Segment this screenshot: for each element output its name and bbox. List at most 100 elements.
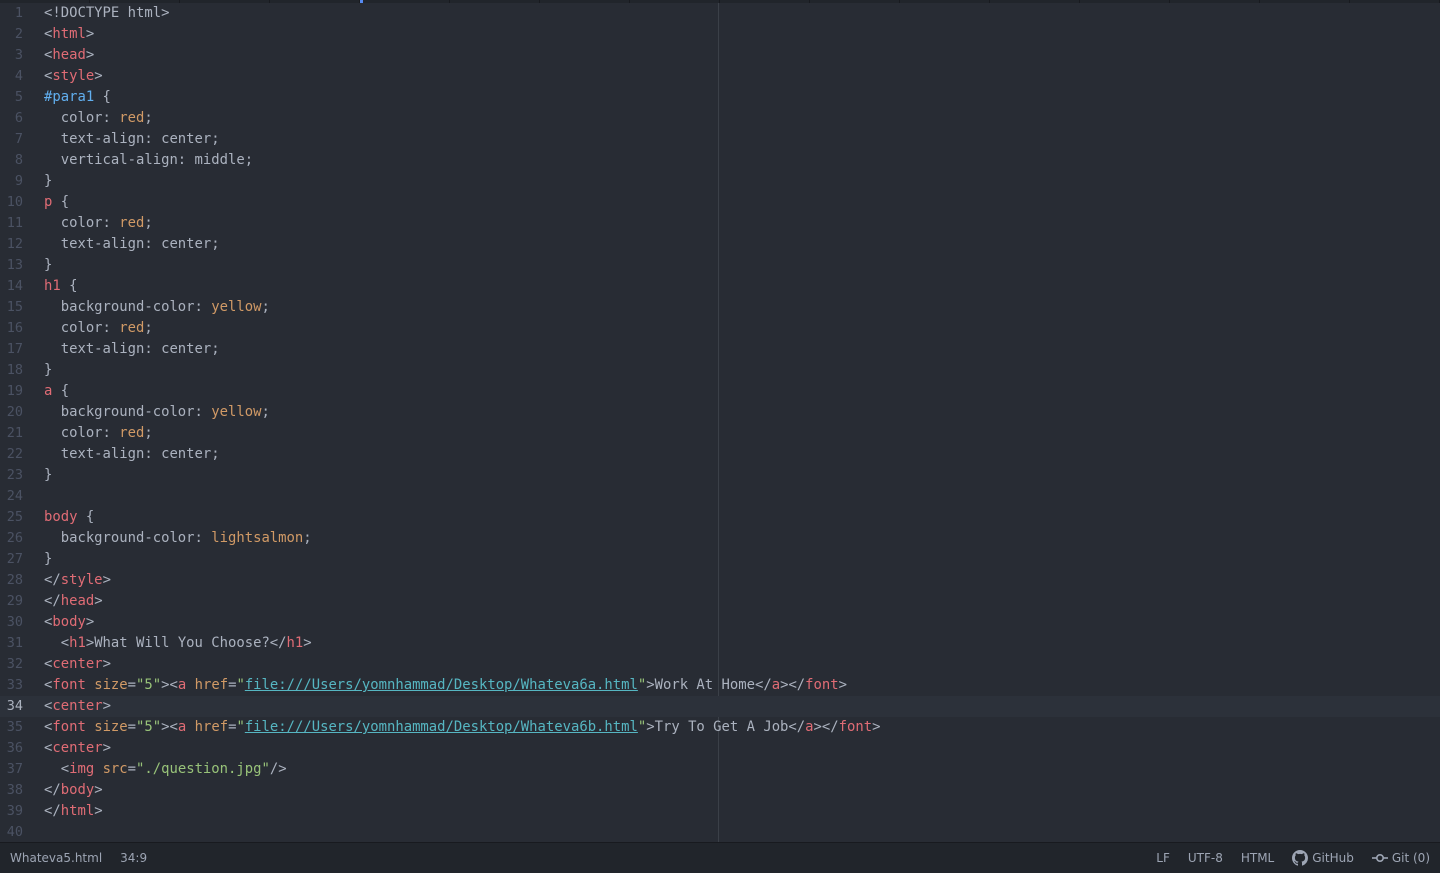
code-text[interactable]: }	[44, 549, 52, 570]
github-button[interactable]: GitHub	[1292, 850, 1354, 866]
code-line[interactable]: 32 <center>	[0, 654, 1440, 675]
code-text[interactable]: text-align: center;	[44, 234, 220, 255]
line-number[interactable]: 30	[0, 612, 23, 633]
file-name[interactable]: Whateva5.html	[10, 851, 102, 865]
code-line[interactable]: 18}	[0, 360, 1440, 381]
line-number[interactable]: 40	[0, 822, 23, 842]
code-text[interactable]: <center>	[44, 696, 111, 717]
git-button[interactable]: Git (0)	[1371, 851, 1430, 865]
code-text[interactable]: <font size="5"><a href="file:///Users/yo…	[44, 717, 880, 738]
line-number[interactable]: 15	[0, 297, 23, 318]
line-number[interactable]: 39	[0, 801, 23, 822]
line-number[interactable]: 34	[0, 696, 23, 717]
line-number[interactable]: 18	[0, 360, 23, 381]
code-text[interactable]: </style>	[44, 570, 111, 591]
code-line[interactable]: 2 <html>	[0, 24, 1440, 45]
line-number[interactable]: 32	[0, 654, 23, 675]
code-text[interactable]: </body>	[44, 780, 103, 801]
code-text[interactable]: body {	[44, 507, 94, 528]
code-text[interactable]: color: red;	[44, 108, 153, 129]
code-text[interactable]: <!DOCTYPE html>	[44, 3, 169, 24]
code-line[interactable]: 26 background-color: lightsalmon;	[0, 528, 1440, 549]
code-line[interactable]: 1 <!DOCTYPE html>	[0, 3, 1440, 24]
cursor-position[interactable]: 34:9	[120, 851, 147, 865]
code-text[interactable]: color: red;	[44, 423, 153, 444]
code-line[interactable]: 10 p {	[0, 192, 1440, 213]
code-line[interactable]: 40	[0, 822, 1440, 842]
code-line[interactable]: 33 <font size="5"><a href="file:///Users/…	[0, 675, 1440, 696]
code-line[interactable]: 29 </head>	[0, 591, 1440, 612]
line-number[interactable]: 33	[0, 675, 23, 696]
code-line[interactable]: 28 </style>	[0, 570, 1440, 591]
url-link[interactable]: file:///Users/yomnhammad/Desktop/Whateva…	[245, 677, 638, 693]
code-line[interactable]: 4 <style>	[0, 66, 1440, 87]
line-number[interactable]: 8	[0, 150, 23, 171]
code-text[interactable]: color: red;	[44, 318, 153, 339]
line-number[interactable]: 14	[0, 276, 23, 297]
code-text[interactable]: background-color: yellow;	[44, 297, 270, 318]
code-text[interactable]: }	[44, 171, 52, 192]
url-link[interactable]: file:///Users/yomnhammad/Desktop/Whateva…	[245, 719, 638, 735]
line-number[interactable]: 17	[0, 339, 23, 360]
code-editor[interactable]: 1 <!DOCTYPE html> 2 <html> 3 <head> 4 <style> 5 #…	[0, 3, 1440, 842]
code-line[interactable]: 24	[0, 486, 1440, 507]
line-number[interactable]: 12	[0, 234, 23, 255]
code-text[interactable]: background-color: yellow;	[44, 402, 270, 423]
line-number[interactable]: 11	[0, 213, 23, 234]
code-line[interactable]: 37 <img src="./question.jpg"/>	[0, 759, 1440, 780]
line-number[interactable]: 19	[0, 381, 23, 402]
code-line[interactable]: 8 vertical-align: middle;	[0, 150, 1440, 171]
code-text[interactable]: <head>	[44, 45, 94, 66]
line-number[interactable]: 20	[0, 402, 23, 423]
code-text[interactable]: color: red;	[44, 213, 153, 234]
code-line[interactable]: 34 <center>	[0, 696, 1440, 717]
line-number[interactable]: 38	[0, 780, 23, 801]
code-text[interactable]: h1 {	[44, 276, 77, 297]
line-number[interactable]: 6	[0, 108, 23, 129]
code-line[interactable]: 21 color: red;	[0, 423, 1440, 444]
line-number[interactable]: 5	[0, 87, 23, 108]
code-line[interactable]: 36 <center>	[0, 738, 1440, 759]
line-number[interactable]: 26	[0, 528, 23, 549]
line-ending-selector[interactable]: LF	[1156, 851, 1170, 865]
code-line[interactable]: 38 </body>	[0, 780, 1440, 801]
code-line[interactable]: 30 <body>	[0, 612, 1440, 633]
code-text[interactable]: <style>	[44, 66, 103, 87]
code-text[interactable]: <h1>What Will You Choose?</h1>	[44, 633, 312, 654]
code-text[interactable]: #para1 {	[44, 87, 111, 108]
code-text[interactable]: <font size="5"><a href="file:///Users/yo…	[44, 675, 847, 696]
line-number[interactable]: 22	[0, 444, 23, 465]
line-number[interactable]: 23	[0, 465, 23, 486]
code-line[interactable]: 20 background-color: yellow;	[0, 402, 1440, 423]
code-line[interactable]: 25 body {	[0, 507, 1440, 528]
line-number[interactable]: 31	[0, 633, 23, 654]
code-line[interactable]: 22 text-align: center;	[0, 444, 1440, 465]
code-line[interactable]: 39 </html>	[0, 801, 1440, 822]
code-line[interactable]: 13}	[0, 255, 1440, 276]
code-text[interactable]: text-align: center;	[44, 129, 220, 150]
code-text[interactable]: vertical-align: middle;	[44, 150, 253, 171]
line-number[interactable]: 25	[0, 507, 23, 528]
code-text[interactable]: text-align: center;	[44, 339, 220, 360]
line-number[interactable]: 35	[0, 717, 23, 738]
code-line[interactable]: 11 color: red;	[0, 213, 1440, 234]
code-text[interactable]: }	[44, 465, 52, 486]
code-text[interactable]: background-color: lightsalmon;	[44, 528, 312, 549]
code-text[interactable]: text-align: center;	[44, 444, 220, 465]
code-text[interactable]: p {	[44, 192, 69, 213]
code-text[interactable]: <center>	[44, 654, 111, 675]
line-number[interactable]: 37	[0, 759, 23, 780]
line-number[interactable]: 2	[0, 24, 23, 45]
line-number[interactable]: 29	[0, 591, 23, 612]
code-line[interactable]: 31 <h1>What Will You Choose?</h1>	[0, 633, 1440, 654]
line-number[interactable]: 3	[0, 45, 23, 66]
code-line[interactable]: 23}	[0, 465, 1440, 486]
line-number[interactable]: 21	[0, 423, 23, 444]
code-text[interactable]: <html>	[44, 24, 94, 45]
code-line[interactable]: 12 text-align: center;	[0, 234, 1440, 255]
code-line[interactable]: 6 color: red;	[0, 108, 1440, 129]
code-line[interactable]: 35 <font size="5"><a href="file:///Users/…	[0, 717, 1440, 738]
line-number[interactable]: 4	[0, 66, 23, 87]
code-text[interactable]: }	[44, 360, 52, 381]
code-line[interactable]: 27}	[0, 549, 1440, 570]
